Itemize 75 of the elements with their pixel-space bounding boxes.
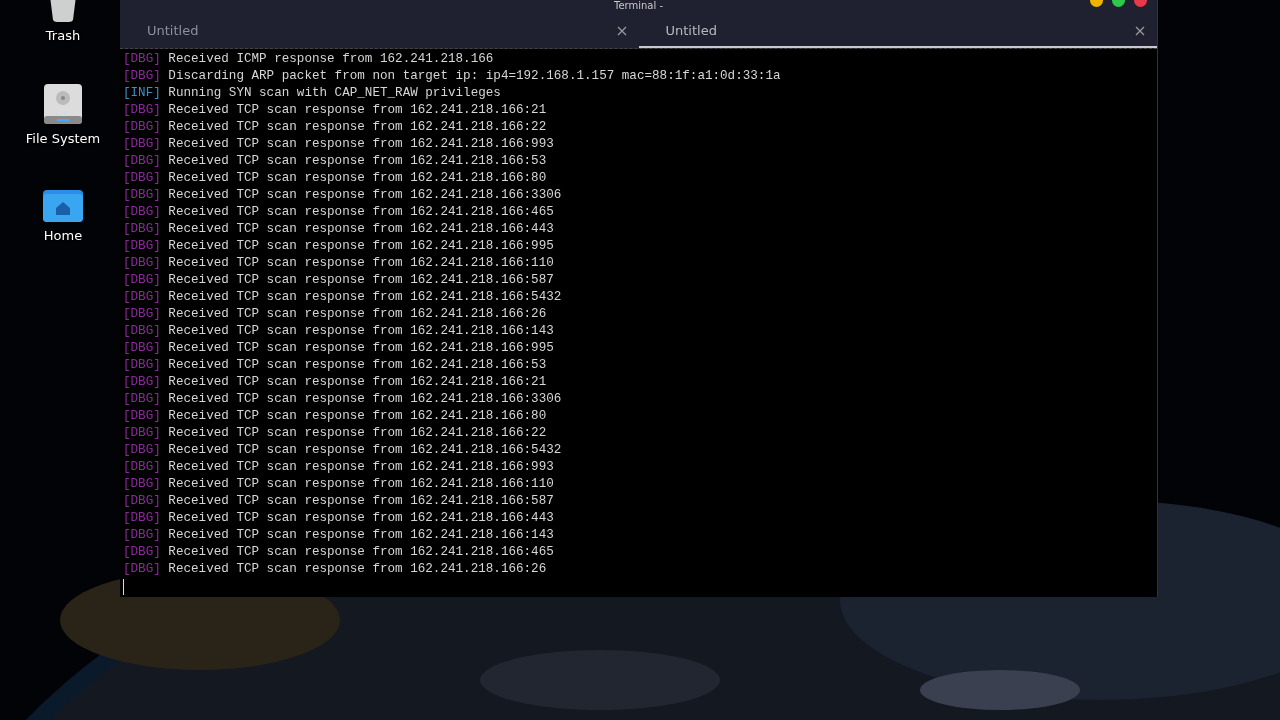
log-level: [DBG]	[123, 477, 161, 491]
log-message: Received TCP scan response from 162.241.218.166:22	[168, 120, 547, 134]
log-message: Received TCP scan response from 162.241.218.166:143	[168, 324, 554, 338]
log-message: Received TCP scan response from 162.241.218.166:110	[168, 256, 554, 270]
close-button[interactable]	[1134, 0, 1147, 7]
minimize-button[interactable]	[1090, 0, 1103, 7]
log-message: Received TCP scan response from 162.241.218.166:3306	[168, 188, 562, 202]
log-message: Received TCP scan response from 162.241.218.166:80	[168, 409, 547, 423]
log-level: [DBG]	[123, 307, 161, 321]
log-level: [DBG]	[123, 426, 161, 440]
log-level: [DBG]	[123, 324, 161, 338]
log-level: [DBG]	[123, 137, 161, 151]
log-message: Received TCP scan response from 162.241.218.166:80	[168, 171, 547, 185]
icon-label: Home	[43, 228, 83, 243]
log-level: [DBG]	[123, 562, 161, 576]
log-level: [INF]	[123, 86, 161, 100]
log-level: [DBG]	[123, 52, 161, 66]
close-icon[interactable]	[616, 25, 627, 36]
log-message: Discarding ARP packet from non target ip: ip4=192.168.1.157 mac=88:1f:a1:0d:33:1a	[168, 69, 781, 83]
log-level: [DBG]	[123, 443, 161, 457]
log-message: Received TCP scan response from 162.241.218.166:587	[168, 494, 554, 508]
log-message: Received TCP scan response from 162.241.218.166:995	[168, 239, 554, 253]
icon-label: Trash	[45, 28, 81, 43]
log-level: [DBG]	[123, 460, 161, 474]
log-level: [DBG]	[123, 494, 161, 508]
log-message: Received TCP scan response from 162.241.218.166:53	[168, 358, 547, 372]
drive-icon[interactable]	[43, 83, 83, 125]
log-message: Received TCP scan response from 162.241.218.166:21	[168, 375, 547, 389]
log-level: [DBG]	[123, 256, 161, 270]
log-level: [DBG]	[123, 409, 161, 423]
log-level: [DBG]	[123, 358, 161, 372]
log-message: Received TCP scan response from 162.241.218.166:22	[168, 426, 547, 440]
log-level: [DBG]	[123, 375, 161, 389]
log-level: [DBG]	[123, 205, 161, 219]
text-cursor	[123, 579, 124, 595]
log-message: Running SYN scan with CAP_NET_RAW privileges	[168, 86, 501, 100]
log-message: Received TCP scan response from 162.241.218.166:443	[168, 511, 554, 525]
log-level: [DBG]	[123, 392, 161, 406]
log-message: Received TCP scan response from 162.241.218.166:5432	[168, 290, 562, 304]
log-message: Received TCP scan response from 162.241.218.166:5432	[168, 443, 562, 457]
log-level: [DBG]	[123, 171, 161, 185]
log-level: [DBG]	[123, 528, 161, 542]
log-message: Received TCP scan response from 162.241.218.166:465	[168, 205, 554, 219]
log-message: Received TCP scan response from 162.241.218.166:143	[168, 528, 554, 542]
log-level: [DBG]	[123, 188, 161, 202]
window-title: Terminal -	[613, 0, 664, 11]
log-message: Received TCP scan response from 162.241.218.166:3306	[168, 392, 562, 406]
icon-label: File System	[25, 131, 101, 146]
log-message: Received TCP scan response from 162.241.218.166:53	[168, 154, 547, 168]
close-icon[interactable]	[1135, 25, 1145, 36]
log-level: [DBG]	[123, 103, 161, 117]
log-message: Received TCP scan response from 162.241.218.166:21	[168, 103, 547, 117]
log-level: [DBG]	[123, 222, 161, 236]
log-message: Received TCP scan response from 162.241.218.166:993	[168, 137, 554, 151]
log-level: [DBG]	[123, 120, 161, 134]
log-level: [DBG]	[123, 69, 161, 83]
log-message: Received TCP scan response from 162.241.218.166:993	[168, 460, 554, 474]
log-message: Received TCP scan response from 162.241.218.166:26	[168, 307, 547, 321]
log-level: [DBG]	[123, 273, 161, 287]
log-level: [DBG]	[123, 511, 161, 525]
tab[interactable]: Untitled	[638, 15, 1157, 48]
log-message: Received TCP scan response from 162.241.218.166:443	[168, 222, 554, 236]
log-level: [DBG]	[123, 290, 161, 304]
log-message: Received TCP scan response from 162.241.218.166:110	[168, 477, 554, 491]
log-level: [DBG]	[123, 341, 161, 355]
log-message: Received TCP scan response from 162.241.218.166:587	[168, 273, 554, 287]
log-level: [DBG]	[123, 545, 161, 559]
log-level: [DBG]	[123, 239, 161, 253]
log-message: Received TCP scan response from 162.241.218.166:26	[168, 562, 547, 576]
log-message: Received TCP scan response from 162.241.218.166:465	[168, 545, 554, 559]
log-message: Received ICMP response from 162.241.218.166	[168, 52, 494, 66]
log-message: Received TCP scan response from 162.241.218.166:995	[168, 341, 554, 355]
maximize-button[interactable]	[1112, 0, 1125, 7]
log-level: [DBG]	[123, 154, 161, 168]
tab[interactable]: Untitled	[120, 15, 639, 48]
